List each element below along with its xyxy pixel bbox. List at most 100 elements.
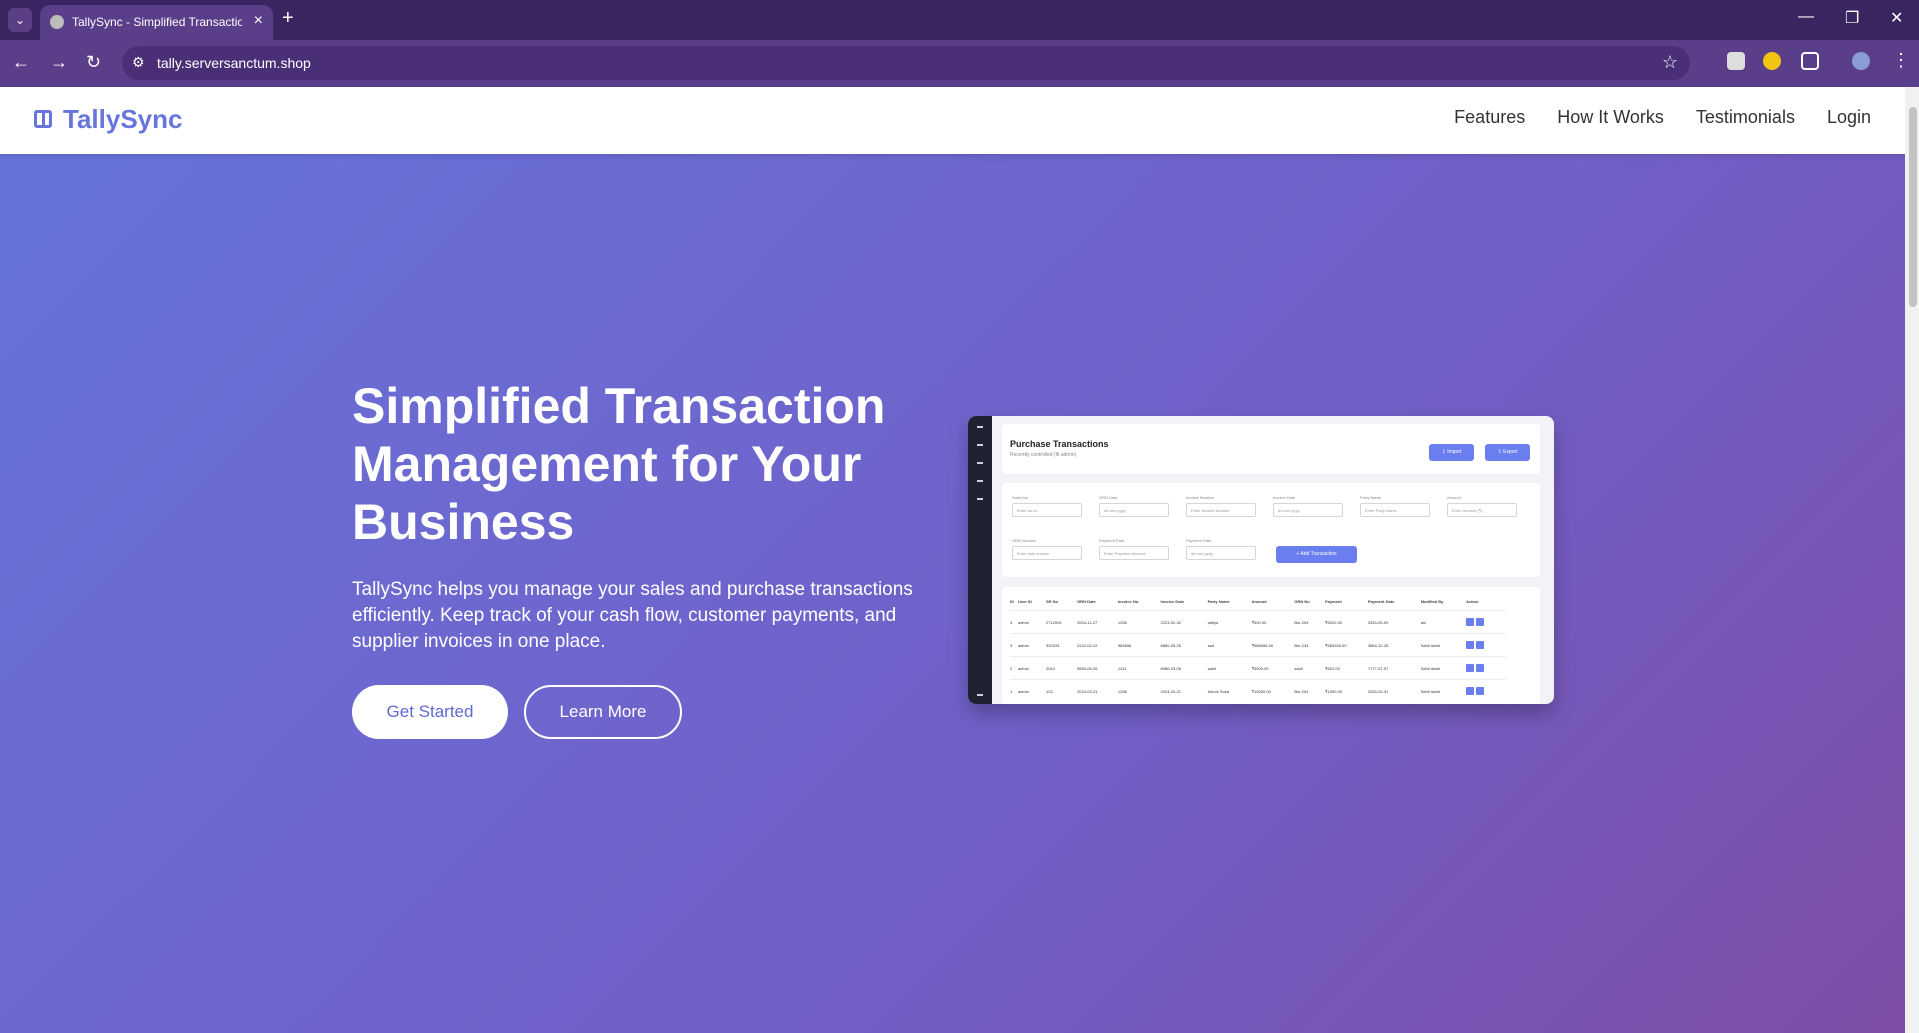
mockup-table-cell: admin bbox=[1017, 656, 1046, 680]
delete-icon bbox=[1475, 664, 1484, 672]
mockup-table-cell: ₹10000.00 bbox=[1251, 679, 1295, 702]
mockup-table-cell: ₹5022.00 bbox=[1325, 610, 1368, 634]
mockup-field: GRN Number Enter sale number bbox=[1012, 538, 1082, 560]
mockup-subheading: Recently controlled (fit admin) bbox=[1010, 452, 1077, 458]
mockup-table-cell: 123 bbox=[1045, 679, 1078, 702]
mockup-table-cell bbox=[1465, 656, 1506, 680]
new-tab-icon[interactable]: + bbox=[282, 7, 294, 30]
page: TallySync Features How It Works Testimon… bbox=[0, 87, 1905, 1033]
mockup-column-header: GRN No bbox=[1294, 599, 1310, 604]
mockup-table-cell: admin bbox=[1017, 633, 1046, 657]
mockup-table-cell: Sahil doshi bbox=[1420, 679, 1466, 702]
tab-search-icon[interactable]: ⌄ bbox=[8, 8, 32, 32]
mockup-table-cell: admin bbox=[1017, 679, 1046, 702]
mockup-table-row: 4 admin 2712004 2004-11-27 1256 2223-02-32 adi… bbox=[1010, 610, 1506, 634]
extension-icon[interactable] bbox=[1801, 52, 1819, 70]
mockup-table-cell: sahil bbox=[1207, 656, 1252, 680]
mockup-table-cell: aditya bbox=[1207, 610, 1252, 634]
mockup-table-cell: ₹565353.00 bbox=[1325, 633, 1368, 657]
restore-icon[interactable]: ❐ bbox=[1845, 8, 1859, 28]
mockup-table-cell: 2712004 bbox=[1045, 610, 1078, 634]
mockup-add-transaction-button: + Add Transaction bbox=[1276, 546, 1357, 563]
browser-tab-bar: ⌄ TallySync - Simplified Transactio × + … bbox=[0, 0, 1919, 40]
bookmark-star-icon[interactable]: ☆ bbox=[1662, 52, 1678, 73]
close-icon[interactable]: × bbox=[254, 12, 263, 30]
logo-icon bbox=[34, 110, 52, 128]
mockup-column-header: Party Name bbox=[1207, 599, 1230, 604]
mockup-table-cell: 3 bbox=[1010, 633, 1018, 657]
mockup-column-header: Invoice No. bbox=[1117, 599, 1140, 604]
site-info-icon[interactable]: ⚙ bbox=[132, 54, 145, 71]
mockup-table-cell: 8880-05-25 bbox=[1160, 633, 1208, 657]
mockup-field: Party Name Enter Party Name bbox=[1360, 495, 1430, 517]
nav-how-it-works[interactable]: How It Works bbox=[1557, 107, 1664, 128]
mockup-table-cell: Bsr-233 bbox=[1294, 633, 1326, 657]
mockup-table-cell: ₹5000.00 bbox=[1251, 656, 1295, 680]
mockup-field: Sales No Enter sa no bbox=[1012, 495, 1082, 517]
mockup-column-header: Action bbox=[1465, 599, 1479, 604]
mockup-column-header: Amount bbox=[1251, 599, 1267, 604]
minimize-icon[interactable]: — bbox=[1798, 8, 1814, 26]
mockup-table-cell: 1411 bbox=[1117, 656, 1161, 680]
mockup-column-header: Modified By bbox=[1420, 599, 1444, 604]
window-close-icon[interactable]: ✕ bbox=[1890, 8, 1903, 28]
mockup-header-card: Purchase Transactions Recently controlle… bbox=[1002, 424, 1540, 474]
reload-icon[interactable]: ↻ bbox=[86, 52, 101, 73]
profile-icon[interactable] bbox=[1852, 52, 1870, 70]
mockup-table-cell: ₹500.00 bbox=[1251, 610, 1295, 634]
mockup-table-cell: Sahil doshi bbox=[1420, 633, 1466, 657]
mockup-table-cell: asd bbox=[1207, 633, 1252, 657]
back-icon[interactable]: ← bbox=[12, 52, 30, 73]
page-scrollbar[interactable] bbox=[1905, 87, 1919, 1033]
mockup-table-cell bbox=[1465, 610, 1506, 634]
nav-login[interactable]: Login bbox=[1827, 107, 1871, 128]
address-bar[interactable]: ⚙ tally.serversanctum.shop ☆ bbox=[122, 46, 1690, 80]
mockup-table-cell bbox=[1465, 679, 1506, 702]
mockup-table-cell: ₹565656.00 bbox=[1251, 633, 1295, 657]
mockup-table-cell: 2223-02-32 bbox=[1160, 610, 1208, 634]
extension-icon[interactable] bbox=[1763, 52, 1781, 70]
nav-testimonials[interactable]: Testimonials bbox=[1696, 107, 1795, 128]
extension-icon[interactable] bbox=[1727, 52, 1745, 70]
mockup-table-cell: sahil bbox=[1294, 656, 1326, 680]
edit-icon bbox=[1465, 687, 1474, 695]
mockup-field: Amount Enter Amount (₹) bbox=[1447, 495, 1517, 517]
mockup-table-cell bbox=[1465, 633, 1506, 657]
mockup-column-header: SR No bbox=[1045, 599, 1058, 604]
site-logo[interactable]: TallySync bbox=[63, 104, 182, 135]
mockup-table-cell: 565656 bbox=[1117, 633, 1161, 657]
scroll-thumb[interactable] bbox=[1909, 107, 1917, 307]
mockup-table-cell: 1 bbox=[1010, 679, 1018, 702]
edit-icon bbox=[1465, 618, 1474, 626]
browser-toolbar: ← → ↻ ⚙ tally.serversanctum.shop ☆ ⋮ bbox=[0, 40, 1919, 87]
mockup-column-header: Payment bbox=[1325, 599, 1342, 604]
url-text[interactable]: tally.serversanctum.shop bbox=[157, 55, 311, 71]
mockup-field: Invoice Number Enter Invoice Number bbox=[1186, 495, 1256, 517]
mockup-field: Payment Date dd-mm-yyyy bbox=[1186, 538, 1256, 560]
mockup-field: Invoice Date dd-mm-yyyy bbox=[1273, 495, 1343, 517]
browser-tab[interactable]: TallySync - Simplified Transactio × bbox=[40, 5, 273, 40]
get-started-button[interactable]: Get Started bbox=[352, 685, 508, 739]
mockup-column-header: Invoice Date bbox=[1160, 599, 1185, 604]
mockup-table-cell: 2004-11-27 bbox=[1077, 610, 1118, 634]
mockup-field: Payment Paid Enter Payment Amount bbox=[1099, 538, 1169, 560]
mockup-table-cell: ₹1000.00 bbox=[1325, 679, 1368, 702]
learn-more-button[interactable]: Learn More bbox=[524, 685, 682, 739]
favicon-icon bbox=[50, 15, 64, 29]
mockup-table-cell: 3664-12-25 bbox=[1367, 633, 1421, 657]
nav-features[interactable]: Features bbox=[1454, 107, 1525, 128]
mockup-table-cell: 1256 bbox=[1117, 679, 1161, 702]
mockup-table-cell: 2024-03-21 bbox=[1077, 679, 1118, 702]
delete-icon bbox=[1475, 641, 1484, 649]
mockup-table-cell: admin bbox=[1017, 610, 1046, 634]
hero-title: Simplified Transaction Management for Yo… bbox=[352, 378, 886, 550]
mockup-table-row: 3 admin 333333 2222-02-22 565656 8880-05-25 as… bbox=[1010, 633, 1506, 657]
menu-icon[interactable]: ⋮ bbox=[1892, 50, 1910, 71]
mockup-table-cell: Bsr-204 bbox=[1294, 679, 1326, 702]
tab-title: TallySync - Simplified Transactio bbox=[72, 15, 242, 29]
forward-icon[interactable]: → bbox=[50, 52, 68, 73]
mockup-export-button: ⇧ Export bbox=[1485, 444, 1530, 461]
mockup-table-cell: 2010 bbox=[1045, 656, 1078, 680]
mockup-table-cell: ani bbox=[1420, 610, 1466, 634]
mockup-table-cell: 3333-09-09 bbox=[1367, 610, 1421, 634]
